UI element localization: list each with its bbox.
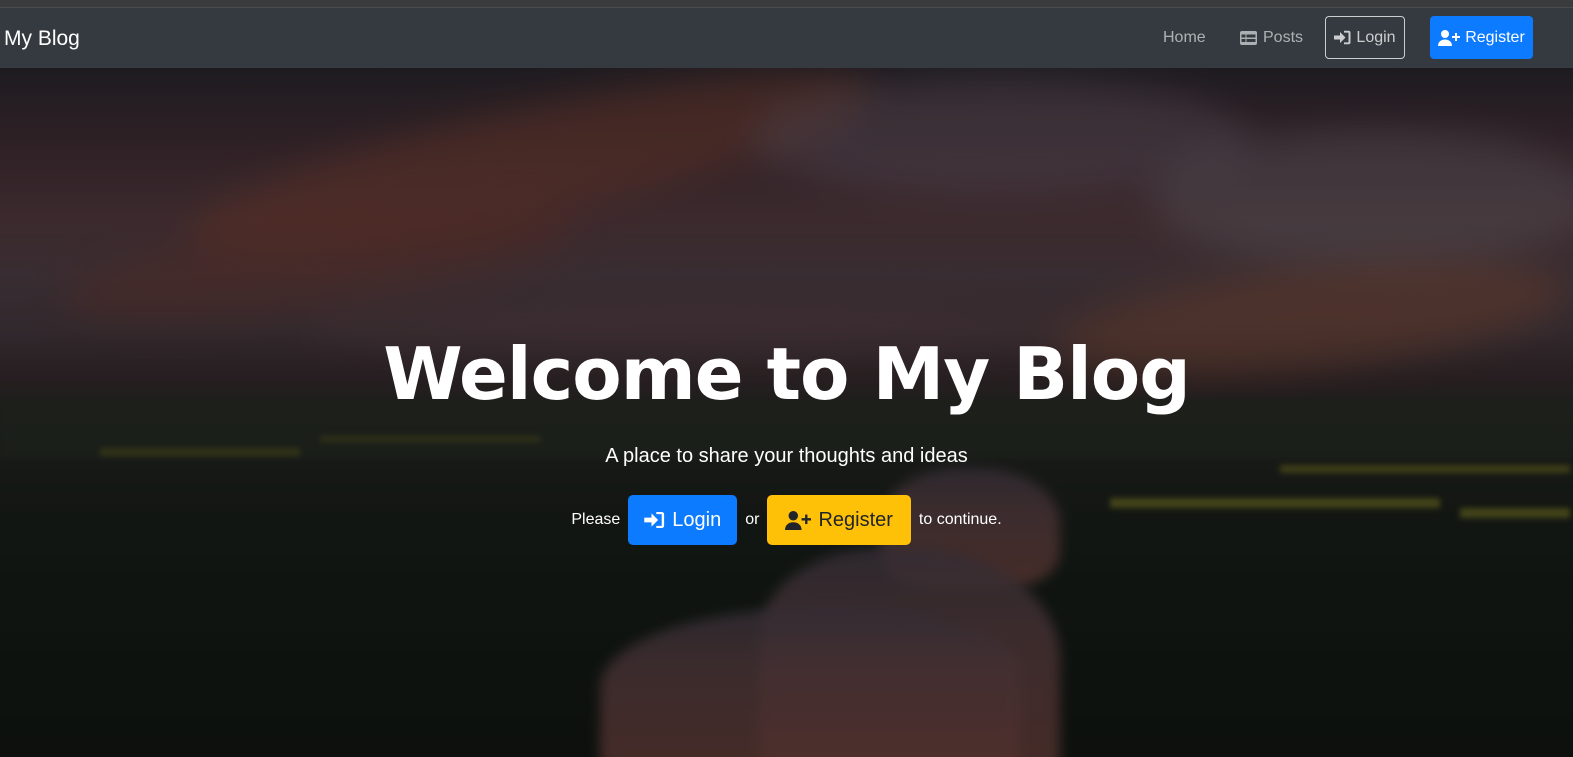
nav-home-link[interactable]: Home [1163, 27, 1206, 49]
window-top-strip [0, 0, 1573, 8]
cta-prefix-text: Please [571, 511, 621, 528]
cta-connector-text: or [745, 511, 760, 528]
nav-login-label: Login [1356, 28, 1396, 46]
navbar-brand[interactable]: My Blog [4, 25, 80, 53]
hero-register-label: Register [818, 508, 893, 531]
nav-register-label: Register [1465, 28, 1525, 46]
navbar: My Blog Home Posts Login Register [0, 8, 1573, 68]
sign-in-icon [1334, 30, 1351, 45]
hero-section: Welcome to My Blog A place to share your… [0, 68, 1573, 757]
sign-in-icon [644, 511, 665, 529]
user-plus-icon [1438, 29, 1461, 46]
nav-login-button[interactable]: Login [1325, 16, 1405, 59]
hero-login-button[interactable]: Login [628, 495, 738, 545]
hero-subtitle: A place to share your thoughts and ideas [605, 445, 968, 467]
user-plus-icon [785, 510, 812, 530]
hero-login-label: Login [672, 508, 722, 531]
hero-call-to-action: Please Login or Register to continue. [0, 495, 1573, 545]
cta-suffix-text: to continue. [918, 511, 1002, 528]
table-icon [1240, 31, 1257, 45]
hero-title: Welcome to My Blog [383, 332, 1191, 416]
hero-register-button[interactable]: Register [767, 495, 911, 545]
nav-posts-link[interactable]: Posts [1240, 27, 1303, 49]
nav-posts-label: Posts [1263, 29, 1304, 46]
nav-register-button[interactable]: Register [1430, 16, 1533, 59]
nav-home-label: Home [1163, 29, 1206, 46]
